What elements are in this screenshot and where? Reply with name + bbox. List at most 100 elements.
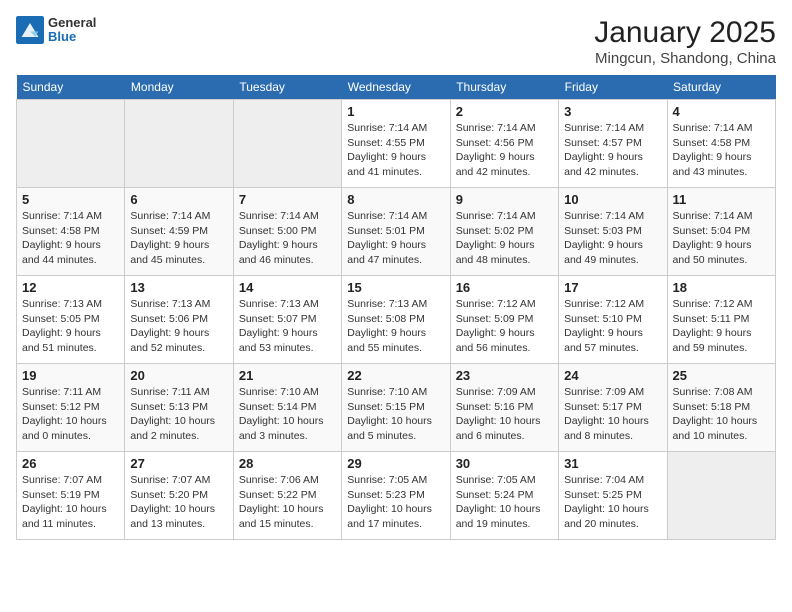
day-number: 28 <box>239 456 336 471</box>
location: Mingcun, Shandong, China <box>594 50 776 67</box>
calendar-cell: 27 Sunrise: 7:07 AMSunset: 5:20 PMDayligh… <box>125 452 233 540</box>
day-number: 23 <box>456 368 553 383</box>
calendar-cell: 28 Sunrise: 7:06 AMSunset: 5:22 PMDayligh… <box>233 452 341 540</box>
cell-info: Sunrise: 7:13 AMSunset: 5:06 PMDaylight:… <box>130 297 227 356</box>
cell-info: Sunrise: 7:11 AMSunset: 5:12 PMDaylight:… <box>22 385 119 444</box>
cell-info: Sunrise: 7:04 AMSunset: 5:25 PMDaylight:… <box>564 473 661 532</box>
calendar-cell: 31 Sunrise: 7:04 AMSunset: 5:25 PMDayligh… <box>559 452 667 540</box>
day-number: 13 <box>130 280 227 295</box>
day-number: 21 <box>239 368 336 383</box>
calendar-cell: 6 Sunrise: 7:14 AMSunset: 4:59 PMDaylight… <box>125 188 233 276</box>
day-number: 8 <box>347 192 444 207</box>
calendar-cell: 21 Sunrise: 7:10 AMSunset: 5:14 PMDayligh… <box>233 364 341 452</box>
weekday-header: Saturday <box>667 75 775 100</box>
cell-info: Sunrise: 7:14 AMSunset: 5:02 PMDaylight:… <box>456 209 553 268</box>
cell-info: Sunrise: 7:11 AMSunset: 5:13 PMDaylight:… <box>130 385 227 444</box>
calendar-cell: 4Sunrise: 7:14 AMSunset: 4:58 PMDaylight… <box>667 100 775 188</box>
day-number: 16 <box>456 280 553 295</box>
day-number: 19 <box>22 368 119 383</box>
calendar-cell: 10 Sunrise: 7:14 AMSunset: 5:03 PMDayligh… <box>559 188 667 276</box>
calendar-cell: 24 Sunrise: 7:09 AMSunset: 5:17 PMDayligh… <box>559 364 667 452</box>
page-header: General Blue January 2025 Mingcun, Shand… <box>16 16 776 67</box>
cell-info: Sunrise: 7:13 AMSunset: 5:07 PMDaylight:… <box>239 297 336 356</box>
day-number: 26 <box>22 456 119 471</box>
day-number: 22 <box>347 368 444 383</box>
logo: General Blue <box>16 16 96 45</box>
calendar-cell: 22 Sunrise: 7:10 AMSunset: 5:15 PMDayligh… <box>342 364 450 452</box>
calendar-cell <box>233 100 341 188</box>
calendar-cell: 19 Sunrise: 7:11 AMSunset: 5:12 PMDayligh… <box>17 364 125 452</box>
day-number: 2 <box>456 104 553 119</box>
day-number: 30 <box>456 456 553 471</box>
cell-info: Sunrise: 7:13 AMSunset: 5:05 PMDaylight:… <box>22 297 119 356</box>
cell-info: Sunrise: 7:14 AMSunset: 5:01 PMDaylight:… <box>347 209 444 268</box>
calendar-cell: 8 Sunrise: 7:14 AMSunset: 5:01 PMDaylight… <box>342 188 450 276</box>
cell-info: Sunrise: 7:09 AMSunset: 5:17 PMDaylight:… <box>564 385 661 444</box>
calendar-cell: 7 Sunrise: 7:14 AMSunset: 5:00 PMDaylight… <box>233 188 341 276</box>
weekday-header: Friday <box>559 75 667 100</box>
cell-info: Sunrise: 7:10 AMSunset: 5:15 PMDaylight:… <box>347 385 444 444</box>
day-number: 10 <box>564 192 661 207</box>
calendar-cell: 5 Sunrise: 7:14 AMSunset: 4:58 PMDaylight… <box>17 188 125 276</box>
day-number: 5 <box>22 192 119 207</box>
cell-info: Sunrise: 7:12 AMSunset: 5:11 PMDaylight:… <box>673 297 770 356</box>
weekday-header: Wednesday <box>342 75 450 100</box>
cell-info: Sunrise: 7:14 AMSunset: 4:59 PMDaylight:… <box>130 209 227 268</box>
calendar-header: SundayMondayTuesdayWednesdayThursdayFrid… <box>17 75 776 100</box>
calendar-cell: 14 Sunrise: 7:13 AMSunset: 5:07 PMDayligh… <box>233 276 341 364</box>
cell-info: Sunrise: 7:08 AMSunset: 5:18 PMDaylight:… <box>673 385 770 444</box>
cell-info: Sunrise: 7:14 AMSunset: 5:04 PMDaylight:… <box>673 209 770 268</box>
weekday-header: Tuesday <box>233 75 341 100</box>
calendar-body: 1 Sunrise: 7:14 AMSunset: 4:55 PMDaylight… <box>17 100 776 540</box>
calendar-cell: 11 Sunrise: 7:14 AMSunset: 5:04 PMDayligh… <box>667 188 775 276</box>
calendar-cell: 30 Sunrise: 7:05 AMSunset: 5:24 PMDayligh… <box>450 452 558 540</box>
day-number: 14 <box>239 280 336 295</box>
day-number: 24 <box>564 368 661 383</box>
calendar-cell: 13 Sunrise: 7:13 AMSunset: 5:06 PMDayligh… <box>125 276 233 364</box>
calendar-cell: 9 Sunrise: 7:14 AMSunset: 5:02 PMDaylight… <box>450 188 558 276</box>
month-title: January 2025 <box>594 16 776 50</box>
day-number: 31 <box>564 456 661 471</box>
day-number: 12 <box>22 280 119 295</box>
calendar-cell: 18 Sunrise: 7:12 AMSunset: 5:11 PMDayligh… <box>667 276 775 364</box>
day-number: 17 <box>564 280 661 295</box>
calendar-cell <box>667 452 775 540</box>
cell-info: Sunrise: 7:05 AMSunset: 5:23 PMDaylight:… <box>347 473 444 532</box>
calendar-cell: 25 Sunrise: 7:08 AMSunset: 5:18 PMDayligh… <box>667 364 775 452</box>
weekday-header: Sunday <box>17 75 125 100</box>
calendar-cell: 1 Sunrise: 7:14 AMSunset: 4:55 PMDaylight… <box>342 100 450 188</box>
weekday-header: Monday <box>125 75 233 100</box>
cell-info: Sunrise: 7:14 AMSunset: 4:55 PMDaylight:… <box>347 121 444 180</box>
calendar-cell: 26Sunrise: 7:07 AMSunset: 5:19 PMDayligh… <box>17 452 125 540</box>
cell-info: Sunrise: 7:14 AMSunset: 4:58 PMDaylight:… <box>22 209 119 268</box>
logo-icon <box>16 16 44 44</box>
logo-text: General Blue <box>48 16 96 45</box>
cell-info: Sunrise: 7:14 AMSunset: 5:00 PMDaylight:… <box>239 209 336 268</box>
calendar-cell: 3Sunrise: 7:14 AMSunset: 4:57 PMDaylight… <box>559 100 667 188</box>
day-number: 27 <box>130 456 227 471</box>
day-number: 18 <box>673 280 770 295</box>
day-number: 9 <box>456 192 553 207</box>
calendar-cell: 15Sunrise: 7:13 AMSunset: 5:08 PMDayligh… <box>342 276 450 364</box>
calendar-cell: 23Sunrise: 7:09 AMSunset: 5:16 PMDayligh… <box>450 364 558 452</box>
title-block: January 2025 Mingcun, Shandong, China <box>594 16 776 67</box>
day-number: 15 <box>347 280 444 295</box>
cell-info: Sunrise: 7:07 AMSunset: 5:20 PMDaylight:… <box>130 473 227 532</box>
day-number: 11 <box>673 192 770 207</box>
logo-general: General <box>48 16 96 30</box>
cell-info: Sunrise: 7:14 AMSunset: 4:57 PMDaylight:… <box>564 121 661 180</box>
calendar-cell: 29Sunrise: 7:05 AMSunset: 5:23 PMDayligh… <box>342 452 450 540</box>
cell-info: Sunrise: 7:14 AMSunset: 5:03 PMDaylight:… <box>564 209 661 268</box>
calendar-cell: 2Sunrise: 7:14 AMSunset: 4:56 PMDaylight… <box>450 100 558 188</box>
calendar-cell: 17Sunrise: 7:12 AMSunset: 5:10 PMDayligh… <box>559 276 667 364</box>
cell-info: Sunrise: 7:05 AMSunset: 5:24 PMDaylight:… <box>456 473 553 532</box>
day-number: 4 <box>673 104 770 119</box>
calendar-cell <box>17 100 125 188</box>
logo-blue: Blue <box>48 30 96 44</box>
day-number: 1 <box>347 104 444 119</box>
day-number: 25 <box>673 368 770 383</box>
cell-info: Sunrise: 7:06 AMSunset: 5:22 PMDaylight:… <box>239 473 336 532</box>
day-number: 7 <box>239 192 336 207</box>
cell-info: Sunrise: 7:10 AMSunset: 5:14 PMDaylight:… <box>239 385 336 444</box>
day-number: 6 <box>130 192 227 207</box>
